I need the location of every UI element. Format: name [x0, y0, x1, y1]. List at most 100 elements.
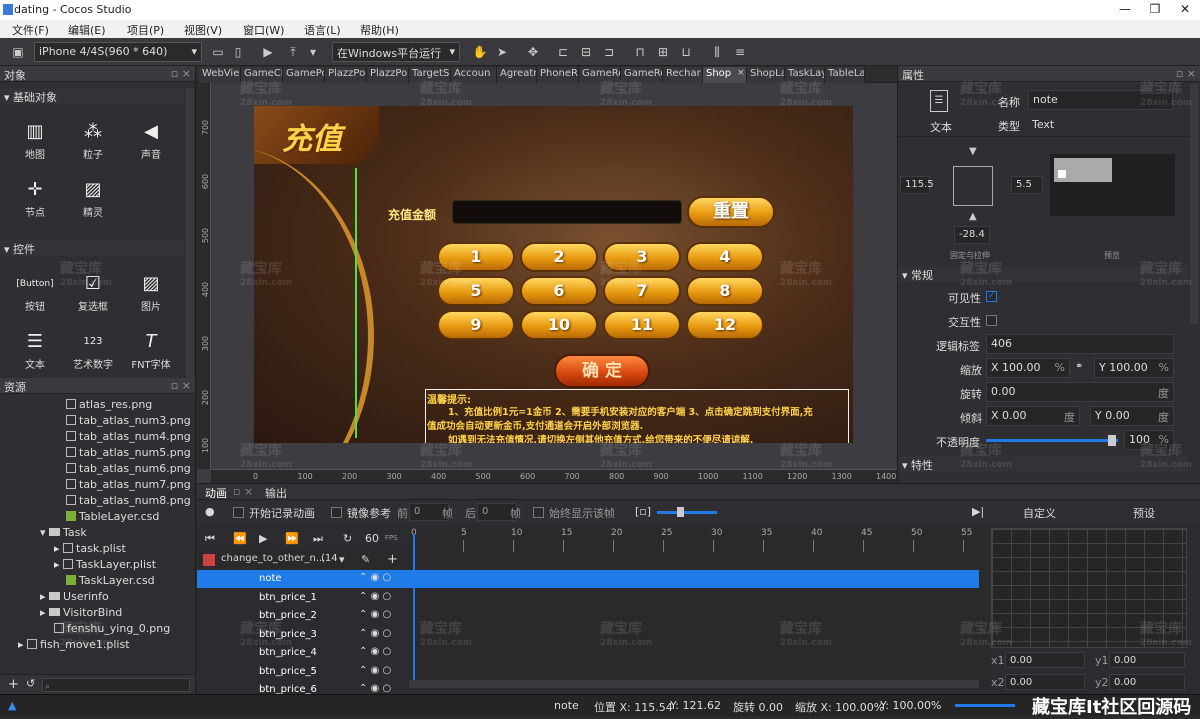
x2-input[interactable]: 0.00 [1005, 674, 1085, 690]
record-checkbox[interactable] [233, 507, 244, 518]
tool-button[interactable]: [Button] 按钮 [10, 270, 60, 313]
skew-x-input[interactable]: X 0.00 度 [986, 406, 1080, 426]
align-middle-icon[interactable]: ⊞ [655, 44, 671, 60]
confirm-button[interactable]: 确 定 [554, 354, 650, 388]
controls-section[interactable]: ▾ 控件 [0, 240, 184, 256]
close-tab-icon[interactable]: × [737, 68, 745, 78]
chevron-down-icon[interactable]: ▾ [339, 553, 345, 566]
next-frame-icon[interactable]: ⏩ [285, 532, 299, 545]
record-icon[interactable]: ● [205, 505, 215, 518]
tool-sound[interactable]: ◀ 声音 [126, 118, 176, 161]
panel-float-icon[interactable]: ▫ × [171, 67, 191, 80]
play-icon[interactable]: ▶ [260, 44, 276, 60]
align-bottom-icon[interactable]: ⊔ [678, 44, 694, 60]
warning-icon[interactable]: ▲ [8, 699, 16, 712]
tab-document[interactable]: GamePo [283, 67, 325, 83]
amount-button-7[interactable]: 7 [603, 276, 681, 306]
general-section[interactable]: ▾ 常规 [898, 266, 1188, 282]
tab-document[interactable]: PlazzPo [325, 67, 367, 83]
menu-project[interactable]: 项目(P) [127, 22, 164, 38]
tab-document[interactable]: TaskLay [785, 67, 825, 83]
tree-item[interactable]: atlas_res.png [66, 398, 152, 411]
visibility-icon[interactable]: ⌃ ◉ ○ [359, 628, 391, 639]
minimize-button[interactable]: — [1110, 2, 1140, 18]
interactive-checkbox[interactable] [986, 315, 997, 326]
tree-item[interactable]: tab_atlas_num5.png [66, 446, 191, 459]
menu-window[interactable]: 窗口(W) [243, 22, 284, 38]
link-icon[interactable]: ⚭ [1075, 361, 1083, 372]
y2-input[interactable]: 0.00 [1109, 674, 1185, 690]
tree-folder[interactable]: ▸ Userinfo [40, 590, 109, 603]
tab-document[interactable]: WebVie [199, 67, 241, 83]
amount-button-9[interactable]: 9 [437, 310, 515, 340]
amount-button-3[interactable]: 3 [603, 242, 681, 272]
track-row[interactable]: btn_price_3 ⌃ ◉ ○ [197, 626, 409, 644]
selected-track-bar[interactable] [409, 570, 979, 588]
timeline-zoom-slider[interactable] [657, 511, 717, 514]
menu-file[interactable]: 文件(F) [12, 22, 49, 38]
distribute-v-icon[interactable]: ≡ [732, 44, 748, 60]
tool-node[interactable]: ✛ 节点 [10, 176, 60, 219]
tree-folder[interactable]: ▾ Task [40, 526, 87, 539]
fps-value[interactable]: 60 [365, 532, 379, 545]
timeline-scrollbar[interactable] [409, 680, 979, 688]
panel-float-icon[interactable]: ▫ × [233, 485, 253, 498]
x1-input[interactable]: 0.00 [1005, 652, 1085, 668]
anchor-left-input[interactable]: 115.5 [900, 176, 934, 194]
anchor-bottom-arrow[interactable]: ▲ [969, 211, 977, 222]
reset-button[interactable]: 重置 [687, 196, 775, 228]
rotate-input[interactable]: 0.00 度 [986, 382, 1174, 402]
tab-document[interactable]: ShopLa [747, 67, 785, 83]
prev-frame-icon[interactable]: ⏪ [233, 532, 247, 545]
y1-input[interactable]: 0.00 [1109, 652, 1185, 668]
visibility-icon[interactable]: ⌃ ◉ ○ [359, 591, 391, 602]
publish-icon[interactable]: ⤒ [285, 44, 301, 60]
tab-document[interactable]: GameRo [579, 67, 621, 83]
amount-button-5[interactable]: 5 [437, 276, 515, 306]
tab-output[interactable]: 输出 [265, 485, 287, 501]
tab-document[interactable]: PlazzPo [367, 67, 409, 83]
note-text-selection[interactable]: 温馨提示: 1、充值比例1元=1金币 2、需要手机安装对应的客户端 3、点击确定… [425, 389, 849, 443]
always-show-checkbox[interactable] [533, 507, 544, 518]
project-icon[interactable]: ▣ [10, 44, 26, 60]
tree-item[interactable]: ▸ task.plist [54, 542, 126, 555]
tool-map[interactable]: ▥ 地图 [10, 118, 60, 161]
tool-image[interactable]: ▨ 图片 [126, 270, 176, 313]
play-icon[interactable]: ▶ [259, 532, 267, 545]
anchor-bottom-input[interactable]: -28.4 [954, 226, 990, 244]
tag-input[interactable]: 406 [986, 334, 1174, 354]
menu-view[interactable]: 视图(V) [184, 22, 222, 38]
tab-document[interactable]: Agreatn [497, 67, 537, 83]
preset-curve-tab[interactable]: 预设 [1133, 505, 1155, 521]
name-input[interactable]: note [1028, 90, 1173, 110]
tree-item[interactable]: tab_atlas_num7.png [66, 478, 191, 491]
track-row[interactable]: note ⌃ ◉ ○ [197, 570, 409, 588]
tool-text[interactable]: ☰ 文本 [10, 328, 60, 371]
tree-item[interactable]: ▸ fish_move1.plist [18, 638, 130, 651]
zoom-slider[interactable] [955, 704, 1015, 707]
tab-document[interactable]: Rechar [663, 67, 703, 83]
anchor-right-input[interactable]: 5.5 [1011, 176, 1043, 194]
play-end-icon[interactable]: ▶| [972, 505, 984, 518]
chevron-down-icon[interactable]: ▾ [305, 44, 321, 60]
panel-float-icon[interactable]: ▫ × [171, 379, 191, 392]
align-right-icon[interactable]: ⊐ [601, 44, 617, 60]
menu-language[interactable]: 语言(L) [304, 22, 341, 38]
skew-y-input[interactable]: Y 0.00 度 [1090, 406, 1174, 426]
tool-fnt[interactable]: T FNT字体 [126, 328, 176, 371]
basic-objects-section[interactable]: ▾ 基础对象 [0, 88, 184, 104]
visibility-icon[interactable]: ⌃ ◉ ○ [359, 646, 391, 657]
properties-scrollbar[interactable] [1190, 84, 1198, 324]
tool-checkbox[interactable]: ☑ 复选框 [68, 270, 118, 313]
tab-animation[interactable]: 动画 [205, 485, 227, 501]
select-tool-icon[interactable]: ➤ [494, 44, 510, 60]
tab-document[interactable]: PhoneR [537, 67, 579, 83]
tree-item[interactable]: tab_atlas_num3.png [66, 414, 191, 427]
maximize-button[interactable]: ❐ [1140, 2, 1170, 18]
curve-editor[interactable] [991, 528, 1187, 648]
zoom-icon[interactable]: [▫] [635, 505, 651, 518]
playhead[interactable] [413, 534, 415, 688]
tool-sprite[interactable]: ▨ 精灵 [68, 176, 118, 219]
portrait-icon[interactable]: ▯ [230, 44, 246, 60]
feature-section[interactable]: ▾ 特性 [898, 456, 1188, 472]
